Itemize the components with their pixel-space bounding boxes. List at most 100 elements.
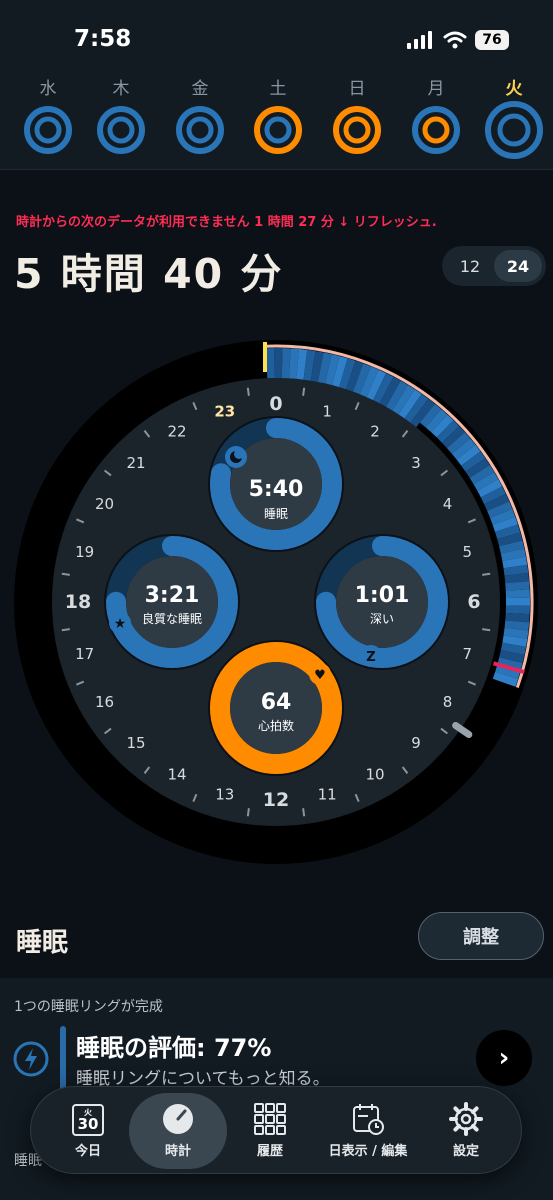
calendar-day: 30 <box>77 1115 99 1133</box>
bolt-icon <box>13 1041 49 1077</box>
minor-tick <box>61 572 70 576</box>
day-mon[interactable]: 月 <box>401 74 471 156</box>
hour-format-toggle[interactable]: 12 24 <box>442 246 546 286</box>
tab-settings[interactable]: 設定 <box>417 1093 515 1169</box>
hour-label: 22 <box>167 423 186 441</box>
deep-sleep-metric[interactable]: 1:01 深い Z <box>314 534 450 670</box>
sleep-label: 睡眠 <box>264 507 288 521</box>
hour-label: 7 <box>463 645 473 663</box>
heart-value: 64 <box>261 690 292 715</box>
hour-label: 8 <box>443 693 453 711</box>
sleep-value: 5:40 <box>249 477 304 502</box>
deep-label: 深い <box>370 612 394 626</box>
gear-icon <box>449 1102 483 1136</box>
sleep-segment <box>274 348 283 379</box>
minor-tick <box>302 808 306 817</box>
hour-label: 4 <box>443 495 453 513</box>
svg-text:♥: ♥ <box>314 668 326 683</box>
svg-text:★: ★ <box>114 616 127 632</box>
minor-tick <box>246 387 250 396</box>
quality-sleep-metric[interactable]: 3:21 良質な睡眠 ★ <box>104 534 240 670</box>
tab-day-view-edit[interactable]: 日表示 / 編集 <box>319 1093 417 1169</box>
hour-label: 20 <box>95 495 114 513</box>
hour-label: 16 <box>95 693 114 711</box>
signal-icon <box>407 31 432 49</box>
day-ring-icon <box>333 106 381 154</box>
adjust-button[interactable]: 調整 <box>418 912 544 960</box>
card-chevron-right-icon[interactable]: › <box>476 1030 532 1086</box>
minor-tick <box>482 628 491 632</box>
day-thu[interactable]: 木 <box>86 74 156 156</box>
sleep-segment <box>505 605 530 615</box>
day-ring-icon <box>97 106 145 154</box>
heart-label: 心拍数 <box>258 718 294 733</box>
tab-label: 履歴 <box>256 1144 283 1159</box>
day-label: 金 <box>191 79 209 99</box>
status-icons: 76 <box>407 30 509 50</box>
day-label: 土 <box>269 79 287 99</box>
day-label: 火 <box>505 79 523 99</box>
day-label: 月 <box>427 79 445 99</box>
calendar-clock-icon <box>353 1104 384 1135</box>
card-header: 1つの睡眠リングが完成 <box>14 999 163 1015</box>
hour-label: 12 <box>263 789 289 811</box>
day-ring-icon <box>24 106 72 154</box>
hour-label: 1 <box>322 403 332 421</box>
hour-label: 10 <box>365 766 384 784</box>
tab-today[interactable]: 火 30 今日 <box>39 1093 137 1169</box>
minor-tick <box>61 628 70 632</box>
hour-label: 23 <box>214 403 235 421</box>
svg-text:Z: Z <box>366 650 375 665</box>
minor-tick <box>302 387 306 396</box>
hour-label: 21 <box>126 454 145 472</box>
day-label: 水 <box>39 79 57 99</box>
day-ring-icon <box>176 106 224 154</box>
day-label: 日 <box>348 79 366 99</box>
tab-label: 日表示 / 編集 <box>328 1144 408 1159</box>
week-strip: 水 木 金 土 日 月 火 <box>0 70 553 170</box>
clock-icon <box>163 1104 193 1134</box>
hour-label: 3 <box>411 454 421 472</box>
day-wed[interactable]: 水 <box>13 74 83 156</box>
quality-label: 良質な睡眠 <box>142 611 202 626</box>
hour-label: 6 <box>467 591 480 613</box>
tab-history[interactable]: 履歴 <box>221 1093 319 1169</box>
hour-label: 13 <box>215 785 234 803</box>
hour-label: 11 <box>318 785 337 803</box>
day-fri[interactable]: 金 <box>165 74 235 156</box>
day-ring-icon <box>254 106 302 154</box>
minor-tick <box>482 572 491 576</box>
z-icon: Z <box>360 645 382 667</box>
battery-indicator: 76 <box>475 30 509 50</box>
hour-label: 18 <box>65 591 91 613</box>
hour-label: 15 <box>126 734 145 752</box>
tab-clock[interactable]: 時計 <box>129 1093 227 1169</box>
tab-bar: 火 30 今日 時計 履歴 日表示 / 編集 設定 <box>30 1086 522 1174</box>
day-sat[interactable]: 土 <box>243 74 313 156</box>
grid-icon <box>254 1103 286 1135</box>
hour-label: 0 <box>269 393 282 415</box>
tab-label: 時計 <box>164 1144 191 1159</box>
deep-value: 1:01 <box>355 583 410 608</box>
sleep-segment <box>266 348 275 379</box>
day-sun[interactable]: 日 <box>322 74 392 156</box>
format-24-option[interactable]: 24 <box>494 250 542 282</box>
status-time: 7:58 <box>74 26 132 52</box>
section-title: 睡眠 <box>16 928 69 958</box>
sleep-duration: 5 時間 40 分 <box>14 250 284 298</box>
wifi-icon <box>443 31 467 49</box>
day-tue[interactable]: 火 <box>479 74 549 160</box>
sleep-rating: 睡眠の評価: 77% <box>76 1034 272 1062</box>
hour-label: 19 <box>75 543 94 561</box>
heart-rate-metric[interactable]: 64 心拍数 ♥ <box>208 640 344 776</box>
hour-label: 2 <box>370 423 380 441</box>
sleep-metric[interactable]: 5:40 睡眠 <box>208 416 344 552</box>
status-bar: 7:58 76 <box>0 0 553 70</box>
data-unavailable-notice[interactable]: 時計からの次のデータが利用できません 1 時間 27 分 ↓ リフレッシュ. <box>16 211 437 230</box>
day-label: 木 <box>112 79 130 99</box>
format-12-option[interactable]: 12 <box>446 250 494 282</box>
moon-icon <box>225 446 247 468</box>
hour-label: 5 <box>463 543 473 561</box>
calendar-icon: 火 30 <box>72 1104 104 1136</box>
tab-label: 設定 <box>452 1144 479 1159</box>
